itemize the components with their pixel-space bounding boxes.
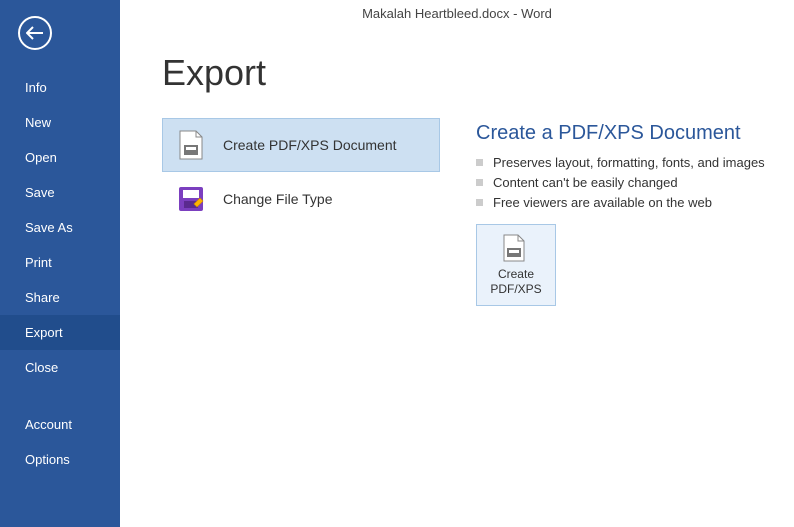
export-options: Create PDF/XPS Document xyxy=(162,118,440,226)
option-label: Change File Type xyxy=(223,191,332,207)
option-create-pdf-xps[interactable]: Create PDF/XPS Document xyxy=(162,118,440,172)
sidebar-item-save-as[interactable]: Save As xyxy=(0,210,120,245)
detail-bullet: Preserves layout, formatting, fonts, and… xyxy=(476,155,765,170)
sidebar-item-close[interactable]: Close xyxy=(0,350,120,385)
create-button-line2: PDF/XPS xyxy=(490,282,541,297)
sidebar-item-info[interactable]: Info xyxy=(0,70,120,105)
sidebar-item-account[interactable]: Account xyxy=(0,407,120,442)
arrow-left-icon xyxy=(26,26,44,40)
sidebar-item-open[interactable]: Open xyxy=(0,140,120,175)
save-change-icon xyxy=(177,185,205,213)
create-button-line1: Create xyxy=(490,267,541,282)
window-title: Makalah Heartbleed.docx - Word xyxy=(120,0,794,26)
create-pdf-xps-button[interactable]: Create PDF/XPS xyxy=(476,224,556,306)
pdf-document-icon xyxy=(177,131,205,159)
detail-title: Create a PDF/XPS Document xyxy=(476,122,765,145)
backstage-sidebar: Info New Open Save Save As Print Share E… xyxy=(0,0,120,527)
detail-bullets: Preserves layout, formatting, fonts, and… xyxy=(476,155,765,210)
back-button[interactable] xyxy=(18,16,52,50)
sidebar-item-new[interactable]: New xyxy=(0,105,120,140)
sidebar-item-share[interactable]: Share xyxy=(0,280,120,315)
option-label: Create PDF/XPS Document xyxy=(223,137,397,153)
sidebar-item-options[interactable]: Options xyxy=(0,442,120,477)
detail-bullet: Content can't be easily changed xyxy=(476,175,765,190)
option-change-file-type[interactable]: Change File Type xyxy=(162,172,440,226)
page-title: Export xyxy=(162,52,794,94)
sidebar-item-print[interactable]: Print xyxy=(0,245,120,280)
detail-bullet: Free viewers are available on the web xyxy=(476,195,765,210)
sidebar-item-export[interactable]: Export xyxy=(0,315,120,350)
sidebar-item-save[interactable]: Save xyxy=(0,175,120,210)
main-area: Makalah Heartbleed.docx - Word Export xyxy=(120,0,794,527)
pdf-document-icon xyxy=(502,234,530,264)
